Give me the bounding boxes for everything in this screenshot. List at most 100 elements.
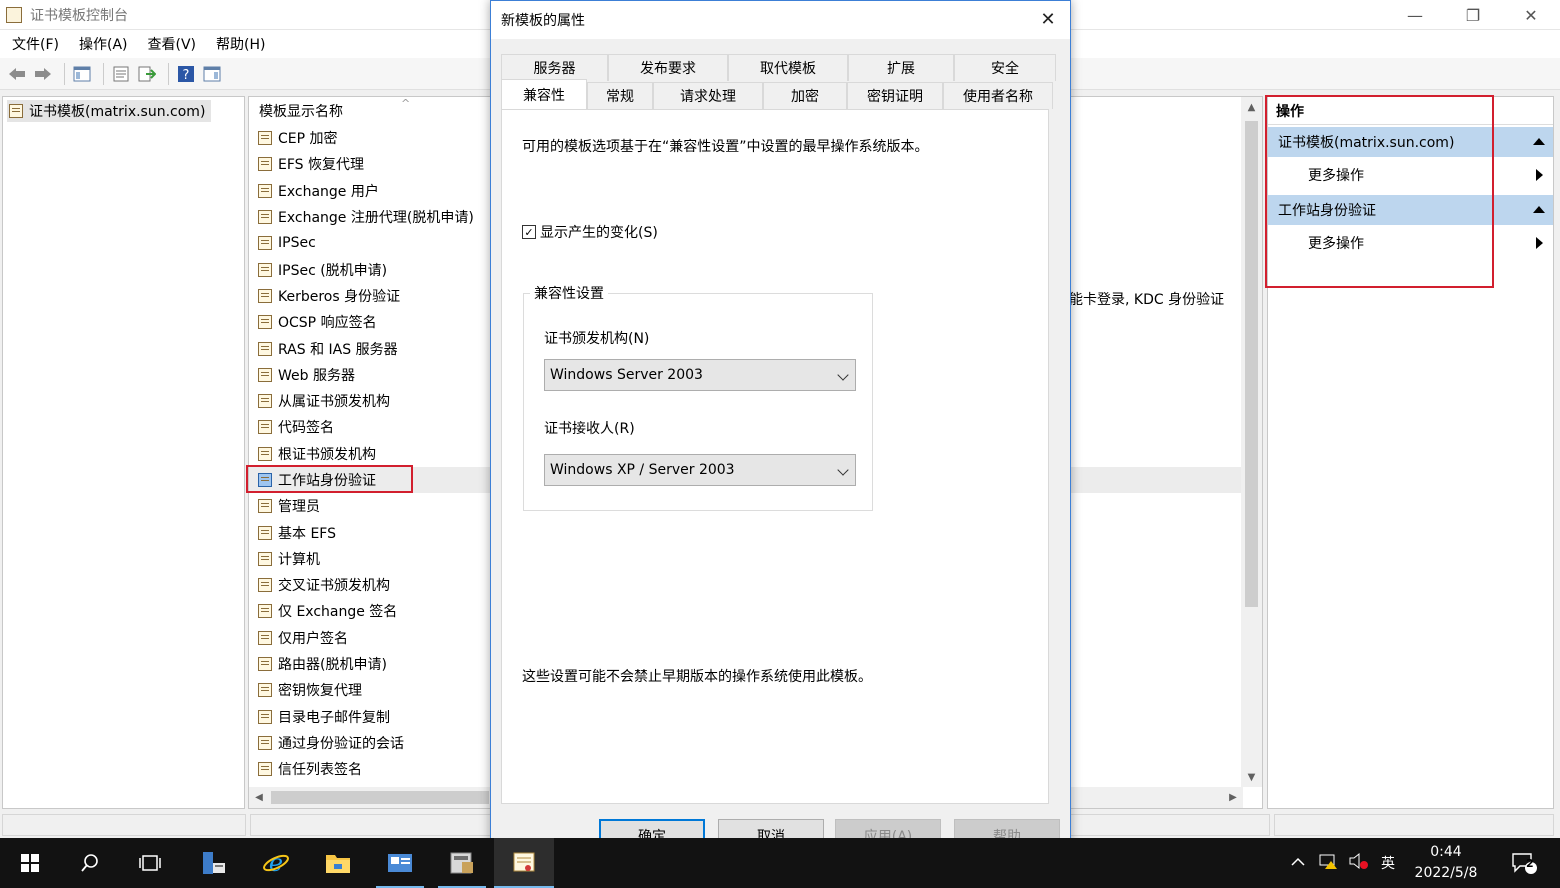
template-name: 计算机 [278,551,320,568]
certificate-template-icon [258,657,272,672]
server-manager-icon[interactable] [184,838,244,888]
action-group-workstation-authentication[interactable]: 工作站身份验证 [1268,195,1553,225]
sort-ascending-icon: ^ [401,97,411,110]
scroll-thumb[interactable] [1245,121,1258,607]
tab-request-handling[interactable]: 请求处理 [653,82,763,109]
footer-note-text: 这些设置可能不会禁止早期版本的操作系统使用此模板。 [522,669,872,685]
help-icon[interactable]: ? [175,63,197,85]
certificate-app-icon [6,6,22,23]
window-title: 证书模板控制台 [30,7,128,24]
scroll-left-icon[interactable]: ◀ [249,787,269,808]
chevron-down-icon [837,464,849,476]
collapse-icon[interactable] [1533,138,1545,145]
properties-icon[interactable] [110,63,132,85]
tree-item-certificate-templates[interactable]: 证书模板(matrix.sun.com) [7,100,212,122]
scroll-down-icon[interactable]: ▼ [1241,767,1262,787]
dialog-close-button[interactable]: ✕ [1038,9,1058,30]
scroll-right-icon[interactable]: ▶ [1223,787,1243,808]
system-tray: 英 [1288,838,1402,888]
tab-security[interactable]: 安全 [954,54,1056,81]
certificate-template-icon [258,341,272,356]
template-name: CEP 加密 [278,131,338,148]
certificate-template-icon [258,762,272,777]
scroll-up-icon[interactable]: ▲ [1241,97,1262,117]
mmc-console-icon[interactable] [432,838,492,888]
scroll-thumb[interactable] [271,791,489,804]
internet-explorer-icon[interactable]: e [246,838,306,888]
show-changes-checkbox[interactable]: ✓ 显示产生的变化(S) [522,222,658,242]
menu-view[interactable]: 查看(V) [142,34,203,54]
volume-muted-icon[interactable] [1344,852,1374,874]
group-label: 兼容性设置 [530,283,608,303]
chevron-down-icon [837,369,849,381]
show-hidden-icons-chevron-icon[interactable] [1288,855,1308,871]
certification-authority-icon[interactable] [370,838,430,888]
more-actions-item[interactable]: 更多操作 [1268,157,1553,193]
taskbar-clock[interactable]: 0:44 2022/5/8 [1410,842,1482,884]
menu-help[interactable]: 帮助(H) [210,34,271,54]
template-name: Kerberos 身份验证 [278,288,401,305]
tab-server[interactable]: 服务器 [501,54,608,81]
svg-text:e: e [269,849,283,877]
certificate-template-icon [258,473,272,487]
toolbar-separator [64,62,65,85]
certificate-template-icon [258,183,272,198]
start-windows-icon[interactable] [0,838,60,888]
tab-key-attestation[interactable]: 密钥证明 [847,82,943,109]
forward-arrow-icon[interactable] [32,63,54,85]
maximize-button[interactable]: ❐ [1444,0,1502,30]
compatibility-intro-text: 可用的模板选项基于在“兼容性设置”中设置的最早操作系统版本。 [522,139,929,155]
vertical-scrollbar[interactable]: ▲ ▼ [1241,97,1262,787]
template-name: 通过身份验证的会话 [278,735,404,752]
network-warning-icon[interactable] [1314,852,1344,874]
tab-compatibility[interactable]: 兼容性 [501,79,587,109]
template-properties-dialog: 新模板的属性 ✕ 服务器 发布要求 取代模板 扩展 安全 兼容性 常规 请求处理… [490,0,1071,862]
task-view-icon[interactable] [120,838,180,888]
certificate-templates-console-icon[interactable] [494,838,554,888]
tab-subject-name[interactable]: 使用者名称 [943,82,1053,109]
certificate-template-icon [258,683,272,698]
tab-superseded-templates[interactable]: 取代模板 [728,54,848,81]
recipient-label: 证书接收人(R) [544,421,635,437]
compatibility-settings-group: 兼容性设置 证书颁发机构(N) Windows Server 2003 证书接收… [523,283,873,511]
recipient-combobox[interactable]: Windows XP / Server 2003 [544,454,856,486]
certificate-template-icon [258,499,272,514]
actions-title: 操作 [1268,97,1553,125]
certificate-template-icon [258,262,272,277]
svg-text:?: ? [183,68,190,83]
template-name: 代码签名 [278,420,334,437]
certificate-template-icon [258,288,272,303]
minimize-button[interactable]: — [1386,0,1444,30]
certificate-template-icon [258,578,272,593]
collapse-icon[interactable] [1533,206,1545,213]
file-explorer-icon[interactable] [308,838,368,888]
search-icon[interactable] [60,838,120,888]
ca-label: 证书颁发机构(N) [544,331,650,347]
more-actions-item[interactable]: 更多操作 [1268,225,1553,261]
menu-file[interactable]: 文件(F) [6,34,65,54]
certificate-template-icon [258,315,272,330]
certificate-template-icon [258,604,272,619]
submenu-arrow-icon [1536,169,1543,181]
export-list-icon[interactable] [136,63,158,85]
notification-count-badge: 2 [1526,857,1534,870]
ca-combobox[interactable]: Windows Server 2003 [544,359,856,391]
back-arrow-icon[interactable] [6,63,28,85]
tab-extensions[interactable]: 扩展 [848,54,954,81]
tabs-row-2: 兼容性 常规 请求处理 加密 密钥证明 使用者名称 [501,79,1053,109]
tab-general[interactable]: 常规 [587,82,653,109]
tree-item-label: 证书模板(matrix.sun.com) [29,104,206,120]
template-name: 交叉证书颁发机构 [278,578,390,595]
template-name: EFS 恢复代理 [278,157,364,174]
input-method-indicator[interactable]: 英 [1374,853,1402,873]
close-button[interactable]: ✕ [1502,0,1560,30]
tab-issuance-requirements[interactable]: 发布要求 [608,54,728,81]
tab-cryptography[interactable]: 加密 [763,82,847,109]
show-hide-console-tree-icon[interactable] [71,63,93,85]
show-hide-action-pane-icon[interactable] [201,63,223,85]
toolbar-separator [103,62,104,85]
dialog-title-bar: 新模板的属性 ✕ [491,1,1070,39]
action-center-icon[interactable]: 2 [1494,838,1554,888]
action-group-certificate-templates[interactable]: 证书模板(matrix.sun.com) [1268,127,1553,157]
menu-action[interactable]: 操作(A) [73,34,134,54]
